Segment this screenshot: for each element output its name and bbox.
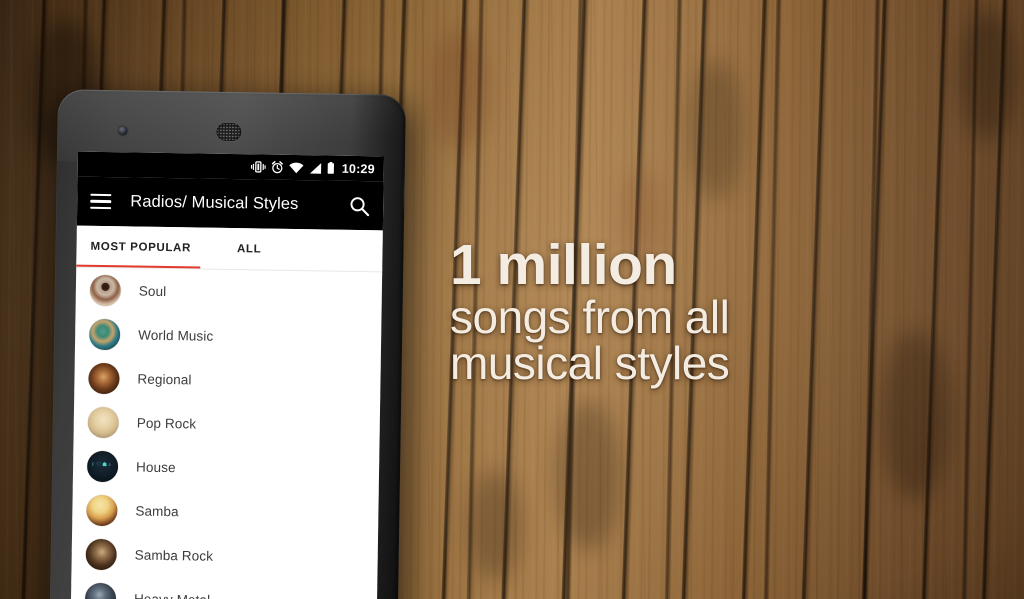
headline-line-2: songs from all <box>450 291 730 344</box>
phone-body: 10:29 Radios/ Musical Styles MOST POPULA… <box>49 89 406 599</box>
list-item-label: Soul <box>138 283 167 299</box>
house-thumbnail: I ♡ ☗ ♪ <box>86 450 119 482</box>
samba-rock-thumbnail <box>85 538 117 570</box>
house-thumbnail-glyphs: I ♡ ☗ ♪ <box>92 461 111 468</box>
phone-screen: 10:29 Radios/ Musical Styles MOST POPULA… <box>70 151 385 599</box>
list-item[interactable]: World Music <box>75 312 382 361</box>
samba-thumbnail <box>86 494 118 526</box>
tab-all[interactable]: ALL <box>237 228 262 269</box>
page-title: Radios/ Musical Styles <box>130 192 299 214</box>
list-item-label: House <box>135 459 176 475</box>
list-item-label: Samba <box>135 503 179 519</box>
svg-text:♪: ♪ <box>108 462 111 468</box>
front-camera-icon <box>118 126 128 136</box>
list-item[interactable]: I ♡ ☗ ♪ House <box>73 444 380 493</box>
list-item[interactable]: Heavy Metal <box>71 576 378 599</box>
svg-text:☗: ☗ <box>102 462 107 468</box>
headline-line-3: musical styles <box>450 336 730 389</box>
alarm-icon <box>271 161 283 174</box>
search-icon[interactable] <box>348 194 370 216</box>
tab-bar: MOST POPULAR ALL <box>76 225 383 273</box>
world-music-thumbnail <box>88 318 121 350</box>
list-item[interactable]: Pop Rock <box>73 400 380 449</box>
list-item[interactable]: Samba Rock <box>71 532 378 581</box>
list-item[interactable]: Regional <box>74 356 381 405</box>
pop-rock-thumbnail <box>87 406 120 438</box>
list-item-label: Pop Rock <box>136 415 197 431</box>
list-item[interactable]: Soul <box>76 268 383 317</box>
list-item[interactable]: Samba <box>72 488 379 537</box>
list-item-label: World Music <box>138 327 214 344</box>
soul-thumbnail <box>89 274 122 306</box>
phone-mockup: 10:29 Radios/ Musical Styles MOST POPULA… <box>39 89 416 599</box>
marketing-headline: 1 million songs from all musical styles <box>450 233 870 389</box>
hamburger-menu-icon[interactable] <box>90 194 112 209</box>
svg-text:I: I <box>92 461 94 467</box>
status-bar-time: 10:29 <box>341 161 375 176</box>
signal-icon <box>309 162 322 174</box>
list-item-label: Regional <box>137 371 192 387</box>
wifi-icon <box>289 162 304 173</box>
vibrate-icon <box>250 161 266 173</box>
earpiece-speaker-icon <box>216 122 242 142</box>
list-item-label: Heavy Metal <box>134 591 210 599</box>
heavy-metal-thumbnail <box>84 582 117 599</box>
app-toolbar: Radios/ Musical Styles <box>76 176 384 231</box>
list-item-label: Samba Rock <box>134 547 214 564</box>
headline-line-1: 1 million <box>450 233 677 297</box>
battery-icon <box>327 161 334 174</box>
genre-list: Soul World Music Regional Pop Rock I ♡ ☗… <box>70 267 383 599</box>
svg-text:♡: ♡ <box>96 461 101 467</box>
regional-thumbnail <box>88 362 120 394</box>
tab-most-popular[interactable]: MOST POPULAR <box>90 226 191 269</box>
